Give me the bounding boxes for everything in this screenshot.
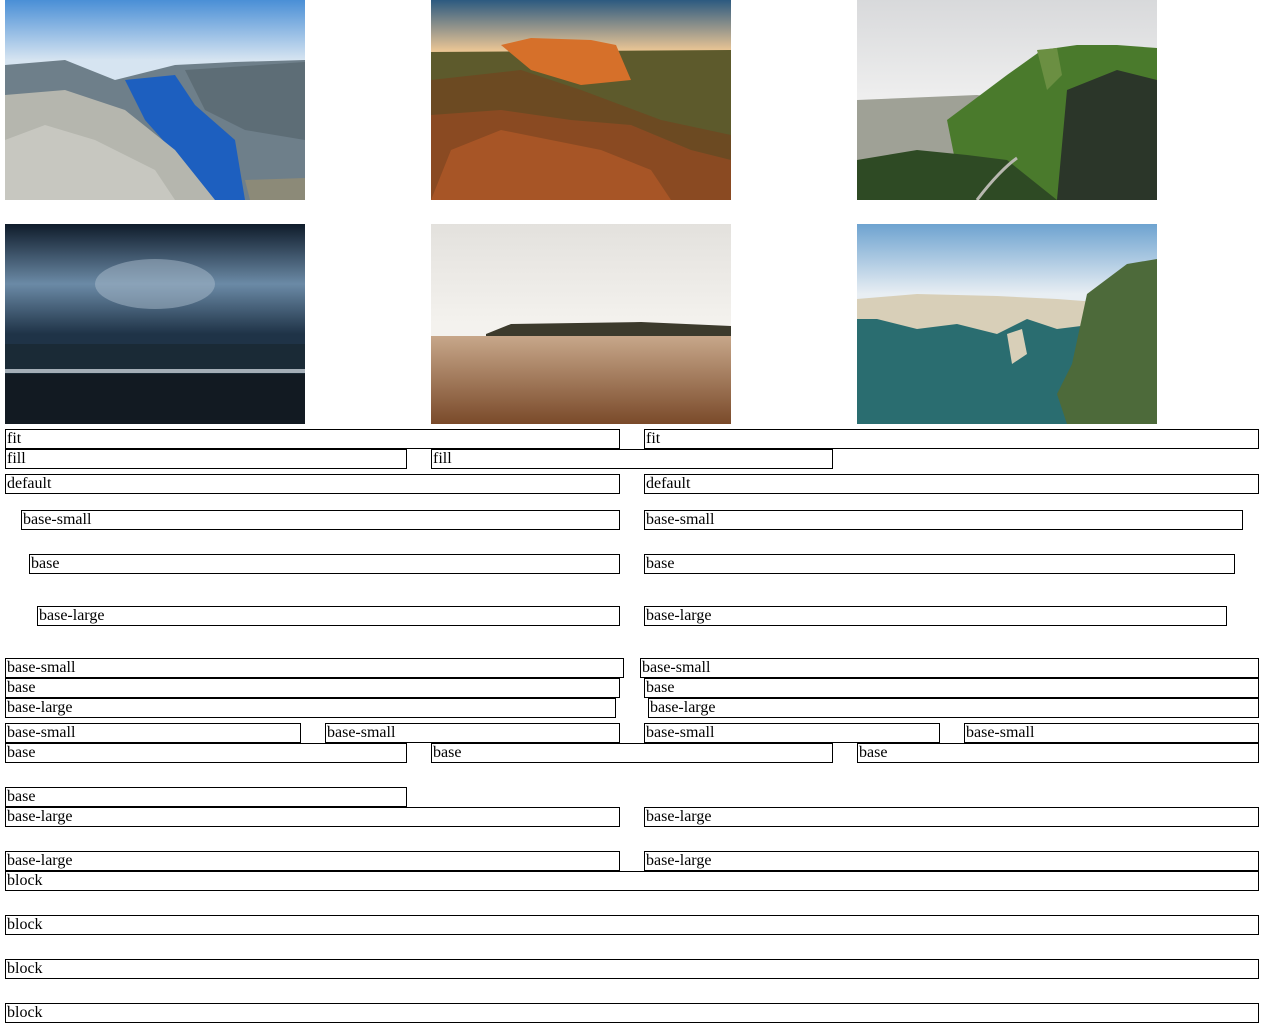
block-box-2: block <box>5 915 1259 935</box>
block-label: block <box>7 916 43 933</box>
mesa-image <box>431 0 731 200</box>
block-box-4: block <box>5 1003 1259 1023</box>
photo-beach-reflection <box>431 224 731 424</box>
base-small-box-left-indented: base-small <box>21 510 620 530</box>
beach-image <box>431 224 731 424</box>
base-small-quarter-2: base-small <box>325 723 620 743</box>
base-large-label: base-large <box>7 808 73 825</box>
base-large-label: base-large <box>646 607 712 624</box>
photo-green-cliffs <box>857 0 1157 200</box>
base-small-label: base-small <box>966 724 1035 741</box>
fill-label: fill <box>433 450 452 467</box>
base-small-label: base-small <box>642 659 711 676</box>
base-small-quarter-4: base-small <box>964 723 1259 743</box>
base-box-right-inset: base <box>644 554 1235 574</box>
block-label: block <box>7 960 43 977</box>
coastal-image <box>857 224 1157 424</box>
default-box-left: default <box>5 474 620 494</box>
fill-box-middle: fill <box>431 449 833 469</box>
base-large-label: base-large <box>650 699 716 716</box>
default-label: default <box>646 475 691 492</box>
base-box-wide-right: base <box>644 678 1259 698</box>
block-box-3: block <box>5 959 1259 979</box>
base-label: base <box>7 679 36 696</box>
base-small-box-wide-right: base-small <box>640 658 1259 678</box>
base-small-label: base-small <box>7 659 76 676</box>
base-small-label: base-small <box>646 724 715 741</box>
fit-label: fit <box>646 430 661 447</box>
fit-label: fit <box>7 430 22 447</box>
green-cliffs-image <box>857 0 1157 200</box>
base-small-box-wide-left: base-small <box>5 658 624 678</box>
fill-label: fill <box>7 450 26 467</box>
fit-box-right: fit <box>644 429 1259 449</box>
base-third-1: base <box>5 743 407 763</box>
base-large-half-right-1: base-large <box>644 807 1259 827</box>
stormy-sea-image <box>5 224 305 424</box>
base-large-label: base-large <box>646 852 712 869</box>
base-large-label: base-large <box>7 852 73 869</box>
photo-coastal-arches <box>857 224 1157 424</box>
base-label: base <box>433 744 462 761</box>
base-small-quarter-1: base-small <box>5 723 301 743</box>
base-third-2: base <box>431 743 833 763</box>
block-label: block <box>7 1004 43 1021</box>
base-large-half-right-2: base-large <box>644 851 1259 871</box>
base-large-half-left-2: base-large <box>5 851 620 871</box>
fjord-image <box>5 0 305 200</box>
base-small-label: base-small <box>646 511 715 528</box>
base-large-label: base-large <box>7 699 73 716</box>
base-large-box-wide-left: base-large <box>5 698 616 718</box>
base-large-label: base-large <box>39 607 105 624</box>
base-label: base <box>31 555 60 572</box>
base-small-label: base-small <box>23 511 92 528</box>
base-small-box-right-inset: base-small <box>644 510 1243 530</box>
base-large-box-wide-right: base-large <box>648 698 1259 718</box>
base-small-label: base-small <box>327 724 396 741</box>
base-small-quarter-3: base-small <box>644 723 940 743</box>
base-large-half-left-1: base-large <box>5 807 620 827</box>
base-large-box-left-indented: base-large <box>37 606 620 626</box>
base-label: base <box>7 788 36 805</box>
fill-box-left: fill <box>5 449 407 469</box>
base-small-label: base-small <box>7 724 76 741</box>
fit-box-left: fit <box>5 429 620 449</box>
base-third-wrapped: base <box>5 787 407 807</box>
base-label: base <box>7 744 36 761</box>
photo-sunset-mesa <box>431 0 731 200</box>
photo-stormy-sea <box>5 224 305 424</box>
base-large-box-right-inset: base-large <box>644 606 1227 626</box>
base-third-3: base <box>857 743 1259 763</box>
default-box-right: default <box>644 474 1259 494</box>
base-label: base <box>646 679 675 696</box>
base-label: base <box>859 744 888 761</box>
base-box-wide-left: base <box>5 678 620 698</box>
block-box-1: block <box>5 871 1259 891</box>
block-label: block <box>7 872 43 889</box>
base-box-left-indented: base <box>29 554 620 574</box>
default-label: default <box>7 475 52 492</box>
base-label: base <box>646 555 675 572</box>
photo-fjord <box>5 0 305 200</box>
base-large-label: base-large <box>646 808 712 825</box>
